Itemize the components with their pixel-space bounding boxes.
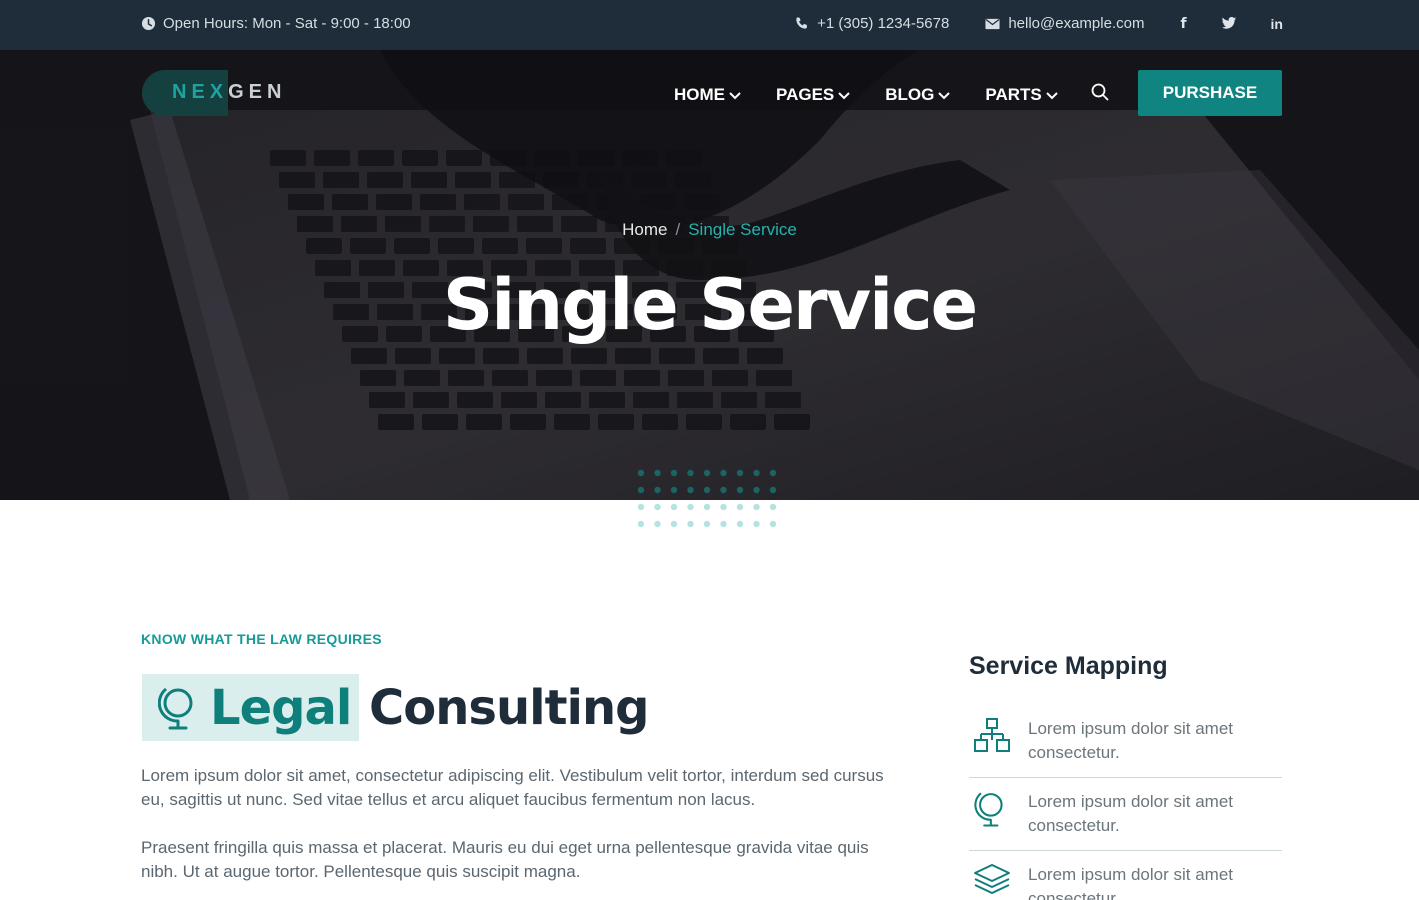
envelope-icon: [985, 18, 1000, 30]
hero-banner: NEXGEN HOME PAGES BLOG PARTS PURSHASE Ho…: [0, 50, 1419, 500]
linkedin-icon[interactable]: in: [1271, 16, 1283, 32]
phone-icon: [794, 16, 809, 31]
nav-item-blog[interactable]: BLOG: [885, 85, 951, 105]
globe-icon: [158, 685, 196, 731]
globe-icon: [969, 790, 1028, 828]
section-heading: Legal Consulting: [142, 674, 649, 741]
list-item[interactable]: Lorem ipsum dolor sit amet consectetur.: [969, 851, 1282, 900]
search-icon[interactable]: [1091, 83, 1109, 106]
nav-item-pages[interactable]: PAGES: [776, 85, 851, 105]
breadcrumb-home[interactable]: Home: [622, 220, 667, 239]
clock-icon: [141, 16, 156, 31]
layers-icon: [969, 863, 1028, 897]
purchase-button[interactable]: PURSHASE: [1138, 70, 1282, 116]
breadcrumb: Home / Single Service: [0, 220, 1419, 240]
section-kicker: KNOW WHAT THE LAW REQUIRES: [141, 631, 382, 647]
heading-highlight-text: Legal: [210, 679, 352, 736]
chevron-down-icon: [837, 85, 851, 105]
open-hours: Open Hours: Mon - Sat - 9:00 - 18:00: [141, 15, 411, 32]
email-contact[interactable]: hello@example.com: [985, 15, 1144, 32]
social-links: f in: [1180, 16, 1283, 32]
nav-item-parts[interactable]: PARTS: [985, 85, 1058, 105]
heading-highlight: Legal: [142, 674, 359, 741]
email-address: hello@example.com: [1008, 15, 1145, 32]
top-bar: Open Hours: Mon - Sat - 9:00 - 18:00 +1 …: [0, 0, 1419, 50]
chevron-down-icon: [1045, 85, 1059, 105]
open-hours-text: Open Hours: Mon - Sat - 9:00 - 18:00: [163, 15, 411, 32]
chevron-down-icon: [728, 85, 742, 105]
twitter-icon[interactable]: [1221, 17, 1237, 30]
service-mapping-list: Lorem ipsum dolor sit amet consectetur. …: [969, 705, 1282, 900]
nav-item-home[interactable]: HOME: [674, 85, 742, 105]
paragraph-2: Praesent fringilla quis massa et placera…: [141, 838, 869, 881]
paragraph-1: Lorem ipsum dolor sit amet, consectetur …: [141, 766, 884, 809]
main-nav: HOME PAGES BLOG PARTS: [674, 83, 1149, 106]
phone-contact[interactable]: +1 (305) 1234-5678: [794, 15, 949, 32]
breadcrumb-separator: /: [675, 220, 681, 239]
hierarchy-icon: [969, 717, 1028, 755]
phone-number: +1 (305) 1234-5678: [817, 15, 950, 32]
list-item[interactable]: Lorem ipsum dolor sit amet consectetur.: [969, 705, 1282, 778]
list-item-text: Lorem ipsum dolor sit amet consectetur.: [1028, 865, 1234, 900]
breadcrumb-current: Single Service: [688, 220, 797, 239]
list-item-text: Lorem ipsum dolor sit amet consectetur.: [1028, 719, 1234, 762]
list-item-text: Lorem ipsum dolor sit amet consectetur.: [1028, 792, 1234, 835]
list-item[interactable]: Lorem ipsum dolor sit amet consectetur.: [969, 778, 1282, 851]
page-title: Single Service: [442, 264, 978, 346]
heading-rest-text: Consulting: [369, 679, 649, 736]
brand-logo[interactable]: NEXGEN: [142, 70, 292, 116]
chevron-down-icon: [937, 85, 951, 105]
dot-pattern-decoration: [637, 469, 777, 528]
sidebar-title: Service Mapping: [969, 652, 1168, 680]
facebook-icon[interactable]: f: [1180, 16, 1186, 32]
